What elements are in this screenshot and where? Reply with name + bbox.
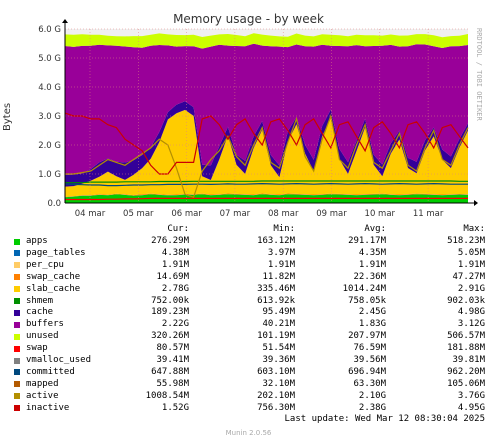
y-tick-label: 2.0 G xyxy=(38,141,61,151)
memory-usage-chart: 0.0 1.0 G 2.0 G 3.0 G 4.0 G 5.0 G 6.0 G 04 mar 0… xyxy=(38,19,478,219)
x-tick-label: 05 mar xyxy=(123,209,154,219)
x-tick-label: 07 mar xyxy=(220,209,251,219)
x-tick-label: 09 mar xyxy=(316,209,347,219)
x-tick-label: 10 mar xyxy=(365,209,396,219)
y-axis-arrow xyxy=(62,19,68,23)
y-tick-label: 1.0 G xyxy=(38,170,61,180)
x-tick-label: 11 mar xyxy=(413,209,444,219)
y-tick-label: 5.0 G xyxy=(38,54,61,64)
x-tick-label: 08 mar xyxy=(268,209,299,219)
y-tick-label: 4.0 G xyxy=(38,83,61,93)
x-tick-label: 04 mar xyxy=(75,209,106,219)
x-tick-label: 06 mar xyxy=(171,209,202,219)
y-tick-label: 0.0 xyxy=(47,199,61,209)
x-axis-arrow xyxy=(474,200,478,206)
y-tick-label: 6.0 G xyxy=(38,25,61,35)
y-tick-label: 3.0 G xyxy=(38,112,61,122)
